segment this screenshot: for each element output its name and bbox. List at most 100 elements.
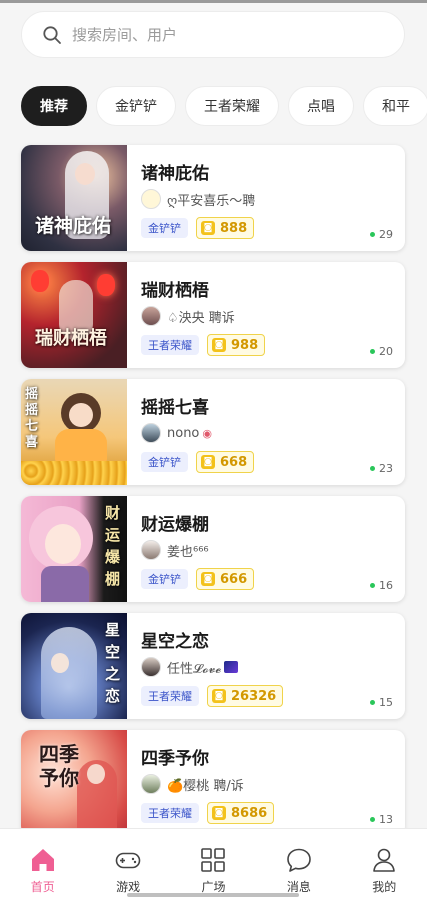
cover-title-text: 财运爆棚 bbox=[105, 504, 121, 588]
online-dot-icon bbox=[370, 700, 375, 705]
game-tag: 王者荣耀 bbox=[141, 686, 199, 706]
cover-title-text: 四季予你 bbox=[39, 742, 79, 790]
search-icon bbox=[43, 25, 61, 44]
room-cover-image: 星空之恋 bbox=[21, 613, 127, 719]
room-title: 星空之恋 bbox=[141, 632, 209, 652]
room-badges: 金铲铲 ◙ 668 bbox=[141, 451, 255, 473]
tab-honor-of-kings[interactable]: 王者荣耀 bbox=[185, 86, 279, 126]
room-cover-image: 摇摇七喜 bbox=[21, 379, 127, 485]
online-number: 16 bbox=[379, 579, 393, 592]
tab-song-request[interactable]: 点唱 bbox=[288, 86, 354, 126]
online-number: 13 bbox=[379, 813, 393, 826]
coin-icon: ◙ bbox=[201, 221, 215, 235]
nav-profile[interactable]: 我的 bbox=[342, 829, 427, 900]
nav-plaza[interactable]: 广场 bbox=[171, 829, 256, 900]
online-number: 15 bbox=[379, 696, 393, 709]
host-name: nono bbox=[167, 425, 200, 441]
room-card[interactable]: 星空之恋 星空之恋 任性𝓛𝓸𝓿𝓮 王者荣耀 ◙ 26326 15 bbox=[21, 613, 405, 719]
room-badges: 王者荣耀 ◙ 988 bbox=[141, 334, 266, 356]
avatar bbox=[141, 306, 161, 326]
host-name: ღ平安喜乐～聘 bbox=[167, 193, 256, 209]
room-title: 财运爆棚 bbox=[141, 515, 209, 535]
game-tag: 王者荣耀 bbox=[141, 335, 199, 355]
room-title: 诸神庇佑 bbox=[141, 164, 209, 184]
room-cover-image: 财运爆棚 bbox=[21, 496, 127, 602]
room-badges: 金铲铲 ◙ 888 bbox=[141, 217, 255, 239]
room-cover-image: 诸神庇佑 bbox=[21, 145, 127, 251]
tab-peace[interactable]: 和平 bbox=[363, 86, 427, 126]
profile-icon bbox=[373, 848, 396, 872]
coin-icon: ◙ bbox=[212, 689, 226, 703]
game-tag: 金铲铲 bbox=[141, 569, 188, 589]
online-number: 20 bbox=[379, 345, 393, 358]
online-dot-icon bbox=[370, 583, 375, 588]
room-host: ♤泱央 聘诉 bbox=[141, 305, 235, 327]
room-title: 四季予你 bbox=[141, 749, 209, 769]
nav-messages[interactable]: 消息 bbox=[256, 829, 341, 900]
host-name: 姜也⁶⁶⁶ bbox=[167, 544, 209, 560]
avatar bbox=[141, 189, 161, 209]
coin-amount: 8686 bbox=[231, 805, 268, 821]
avatar bbox=[141, 540, 161, 560]
galaxy-icon bbox=[224, 661, 239, 673]
tab-recommend[interactable]: 推荐 bbox=[21, 86, 87, 126]
coin-badge: ◙ 666 bbox=[196, 568, 255, 590]
nav-home[interactable]: 首页 bbox=[0, 829, 85, 900]
room-badges: 王者荣耀 ◙ 26326 bbox=[141, 685, 284, 707]
coin-icon: ◙ bbox=[212, 338, 226, 352]
game-tag: 金铲铲 bbox=[141, 218, 188, 238]
room-host: ღ平安喜乐～聘 bbox=[141, 188, 255, 210]
online-number: 29 bbox=[379, 228, 393, 241]
host-name: 任性𝓛𝓸𝓿𝓮 bbox=[167, 661, 222, 677]
room-title: 瑞财栖梧 bbox=[141, 281, 209, 301]
room-card[interactable]: 四季予你 四季予你 🍊樱桃 聘/诉 王者荣耀 ◙ 8686 13 bbox=[21, 730, 405, 836]
room-card[interactable]: 财运爆棚 财运爆棚 姜也⁶⁶⁶ 金铲铲 ◙ 666 16 bbox=[21, 496, 405, 602]
room-card[interactable]: 摇摇七喜 摇摇七喜 nono ◉ 金铲铲 ◙ 668 23 bbox=[21, 379, 405, 485]
coin-icon: ◙ bbox=[201, 572, 215, 586]
nav-games[interactable]: 游戏 bbox=[85, 829, 170, 900]
room-badges: 金铲铲 ◙ 666 bbox=[141, 568, 255, 590]
coin-amount: 666 bbox=[220, 571, 248, 587]
online-count: 23 bbox=[370, 462, 393, 475]
game-tag: 金铲铲 bbox=[141, 452, 188, 472]
mask-icon: ◉ bbox=[202, 426, 212, 440]
online-count: 20 bbox=[370, 345, 393, 358]
room-title: 摇摇七喜 bbox=[141, 398, 209, 418]
avatar bbox=[141, 657, 161, 677]
cover-title-text: 瑞财栖梧 bbox=[35, 328, 107, 349]
search-input[interactable] bbox=[72, 25, 372, 44]
room-card[interactable]: 瑞财栖梧 瑞财栖梧 ♤泱央 聘诉 王者荣耀 ◙ 988 20 bbox=[21, 262, 405, 368]
tab-jinchanchan[interactable]: 金铲铲 bbox=[96, 86, 176, 126]
room-cover-image: 瑞财栖梧 bbox=[21, 262, 127, 368]
category-tabs: 推荐 金铲铲 王者荣耀 点唱 和平 bbox=[21, 86, 427, 128]
coin-amount: 988 bbox=[231, 337, 259, 353]
room-card[interactable]: 诸神庇佑 诸神庇佑 ღ平安喜乐～聘 金铲铲 ◙ 888 29 bbox=[21, 145, 405, 251]
online-count: 29 bbox=[370, 228, 393, 241]
cover-title-text: 星空之恋 bbox=[105, 621, 121, 705]
cover-title-text: 诸神庇佑 bbox=[35, 215, 112, 237]
room-host: 🍊樱桃 聘/诉 bbox=[141, 773, 244, 795]
search-bar[interactable] bbox=[21, 11, 405, 58]
cover-title-text: 摇摇七喜 bbox=[25, 387, 39, 450]
room-host: 姜也⁶⁶⁶ bbox=[141, 539, 209, 561]
home-icon bbox=[31, 849, 54, 871]
room-host: nono ◉ bbox=[141, 422, 212, 444]
avatar bbox=[141, 423, 161, 443]
host-name: ♤泱央 聘诉 bbox=[167, 310, 235, 326]
host-name: 🍊樱桃 聘/诉 bbox=[167, 778, 244, 794]
online-dot-icon bbox=[370, 232, 375, 237]
room-cover-image: 四季予你 bbox=[21, 730, 127, 836]
grid-icon bbox=[201, 848, 226, 872]
coin-icon: ◙ bbox=[201, 455, 215, 469]
avatar bbox=[141, 774, 161, 794]
room-host: 任性𝓛𝓸𝓿𝓮 bbox=[141, 656, 239, 678]
game-tag: 王者荣耀 bbox=[141, 803, 199, 823]
coin-amount: 26326 bbox=[231, 688, 277, 704]
nav-label-home: 首页 bbox=[30, 880, 55, 894]
app-screen: 推荐 金铲铲 王者荣耀 点唱 和平 诸神庇佑 诸神庇佑 ღ平安喜乐～聘 金铲铲 … bbox=[0, 0, 427, 900]
coin-badge: ◙ 888 bbox=[196, 217, 255, 239]
bottom-nav: 首页 游戏 广场 消息 我的 bbox=[0, 828, 427, 900]
gamepad-icon bbox=[115, 852, 141, 869]
message-icon bbox=[287, 848, 311, 872]
online-count: 13 bbox=[370, 813, 393, 826]
